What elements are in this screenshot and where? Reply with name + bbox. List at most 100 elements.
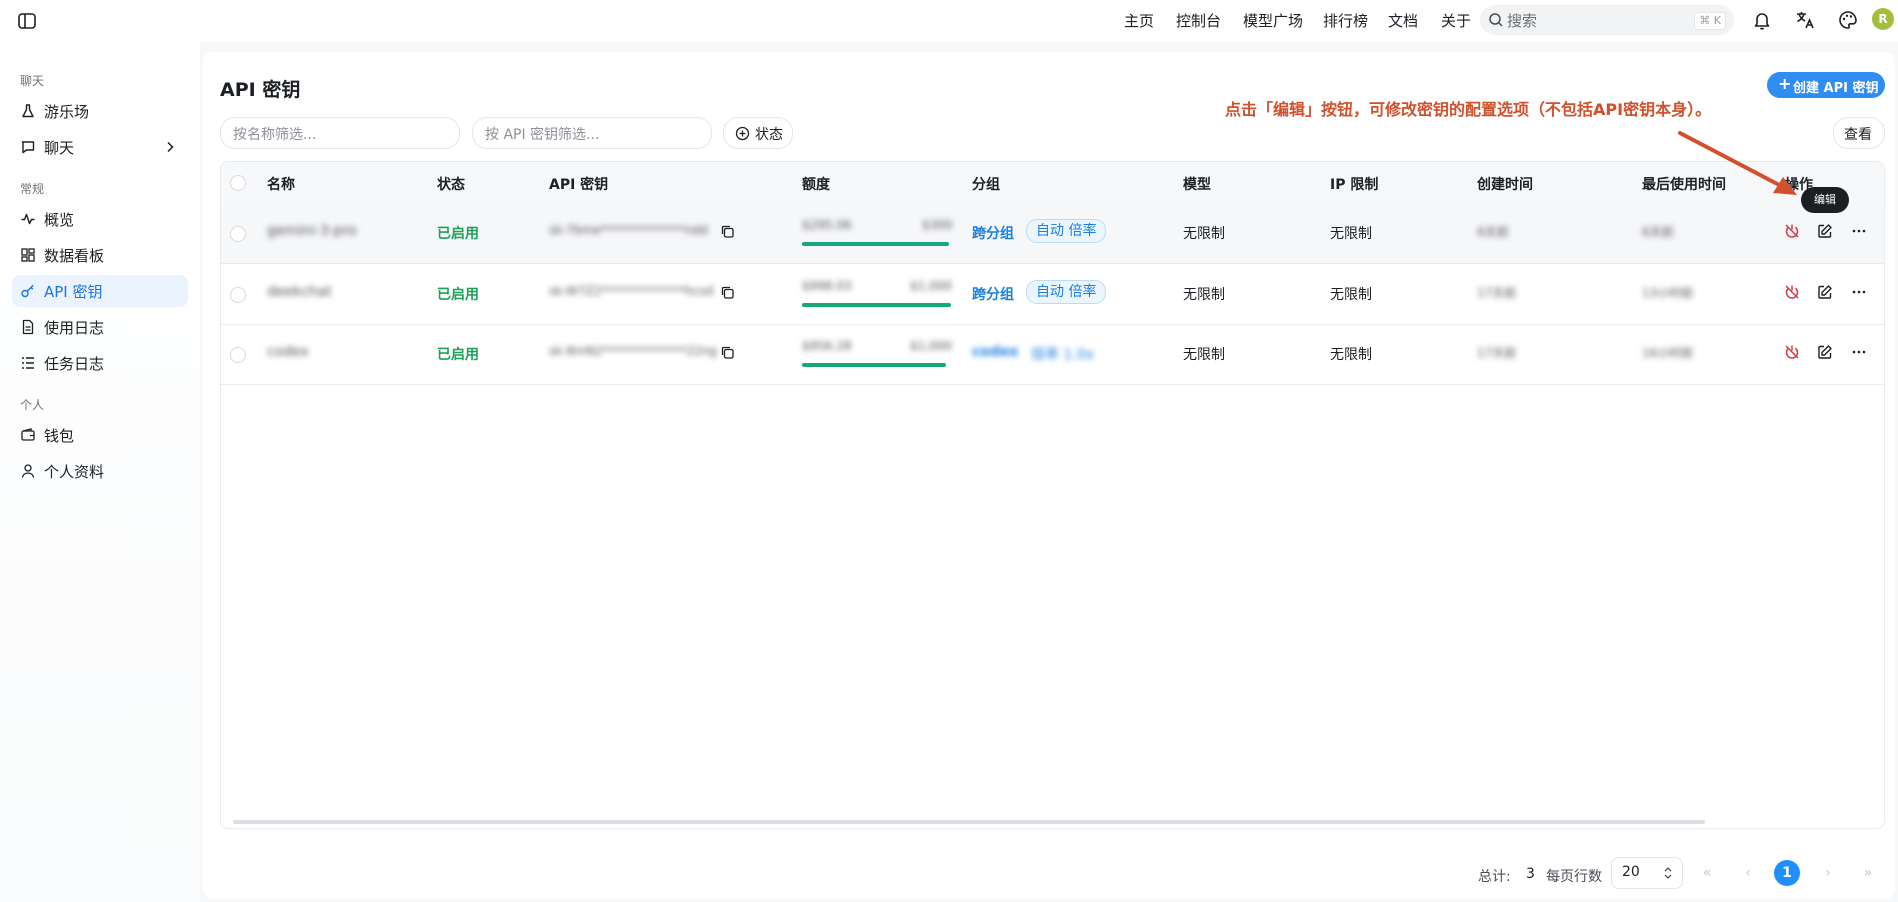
sidebar-item-label: API 密钥 [44,283,103,301]
view-button[interactable]: 查看 [1833,117,1885,149]
table-row[interactable]: gemini-3-pro 已启用 sk-7bme**************nd… [221,203,1884,264]
page-size-value: 20 [1622,864,1640,880]
quota-total: $1,000 [910,279,952,293]
sidebar-item-api-keys[interactable]: API 密钥 [12,275,188,307]
user-icon [21,464,35,478]
plus-icon: + [1778,74,1792,93]
disable-icon[interactable] [1784,223,1800,239]
sidebar-item-task-logs[interactable]: 任务日志 [12,347,188,379]
edit-icon[interactable] [1817,344,1833,360]
disable-icon[interactable] [1784,344,1800,360]
chat-icon [21,141,35,154]
api-key-value: sk-7bme**************ndd [549,223,708,237]
task-list-icon [22,357,34,369]
search-input[interactable]: 搜索 ⌘ K [1480,5,1734,35]
nav-console[interactable]: 控制台 [1176,10,1221,31]
column-header-created-time[interactable]: 创建时间 [1477,174,1533,194]
last-page-icon[interactable]: » [1855,860,1881,886]
sidebar-item-label: 使用日志 [44,319,105,337]
translate-icon[interactable] [1793,8,1817,32]
ip-limit: 无限制 [1330,226,1372,242]
page-size-select[interactable]: 20 [1611,857,1683,889]
table-row[interactable]: deekchat 已启用 sk-W7Z2**************hcsd $… [221,264,1884,325]
group-link[interactable]: codex [972,344,1018,360]
key-name: deekchat [267,284,332,300]
next-page-icon[interactable]: › [1815,860,1841,886]
nav-leaderboard[interactable]: 排行榜 [1323,10,1368,31]
status-badge: 已启用 [437,287,479,303]
sidebar-item-overview[interactable]: 概览 [12,203,188,235]
edit-icon[interactable] [1817,223,1833,239]
quota-total: $300 [922,218,953,232]
group-link[interactable]: 跨分组 [972,223,1014,243]
palette-icon[interactable] [1836,8,1860,32]
prev-page-icon[interactable]: ‹ [1735,860,1761,886]
column-header-quota[interactable]: 额度 [802,174,830,194]
models-limit: 无限制 [1183,347,1225,363]
disable-icon[interactable] [1784,284,1800,300]
sidebar-item-profile[interactable]: 个人资料 [12,455,188,487]
models-limit: 无限制 [1183,226,1225,242]
sidebar-item-label: 聊天 [44,139,75,157]
first-page-icon[interactable]: « [1694,860,1720,886]
group-link[interactable]: 跨分组 [972,284,1014,304]
column-header-ip-limit[interactable]: IP 限制 [1330,174,1378,194]
more-icon[interactable] [1851,223,1867,239]
key-filter-input[interactable]: 按 API 密钥筛选... [472,117,712,149]
copy-icon[interactable] [720,224,735,239]
page-title: API 密钥 [220,79,301,101]
total-count: 3 [1526,866,1535,882]
name-filter-placeholder: 按名称筛选... [233,127,317,143]
name-filter-input[interactable]: 按名称筛选... [220,117,460,149]
nav-home[interactable]: 主页 [1124,10,1154,31]
tutorial-annotation: 点击「编辑」按钮，可修改密钥的配置选项（不包括API密钥本身）。 [1225,100,1712,119]
column-header-group[interactable]: 分组 [972,174,1000,194]
quota-used: $956.28 [802,339,852,353]
view-button-label: 查看 [1844,127,1872,143]
last-used-time: 6天前 [1642,225,1674,239]
activity-icon [21,213,35,225]
nav-model-plaza[interactable]: 模型广场 [1243,10,1303,31]
column-header-models[interactable]: 模型 [1183,174,1211,194]
create-api-key-button[interactable]: + 创建 API 密钥 [1767,72,1885,98]
row-checkbox[interactable] [230,347,246,363]
select-all-checkbox[interactable] [230,175,246,191]
log-icon [22,319,34,335]
avatar[interactable]: R [1872,8,1894,30]
more-icon[interactable] [1851,284,1867,300]
sidebar-item-dashboard[interactable]: 数据看板 [12,239,188,271]
sidebar-item-chat[interactable]: 聊天 [12,131,188,163]
group-tag: 自动 倍率 [1026,280,1107,304]
horizontal-scrollbar[interactable] [233,820,1705,824]
sidebar-item-wallet[interactable]: 钱包 [12,419,188,451]
sidebar-item-label: 概览 [44,211,75,229]
copy-icon[interactable] [720,285,735,300]
nav-docs[interactable]: 文档 [1388,10,1418,31]
status-filter-label: 状态 [755,127,783,143]
column-header-api-key[interactable]: API 密钥 [549,174,608,194]
row-checkbox[interactable] [230,287,246,303]
flask-icon [22,104,34,118]
row-checkbox[interactable] [230,226,246,242]
column-header-name[interactable]: 名称 [267,174,295,194]
sidebar-toggle-icon[interactable] [16,10,38,32]
quota-progress-bar [802,363,946,367]
dashboard-icon [21,248,35,262]
sidebar-item-label: 任务日志 [44,355,105,373]
nav-about[interactable]: 关于 [1441,10,1471,31]
copy-icon[interactable] [720,345,735,360]
per-page-label: 每页行数 [1546,869,1602,885]
column-header-status[interactable]: 状态 [437,174,465,194]
edit-icon[interactable] [1817,284,1833,300]
sidebar-item-playground[interactable]: 游乐场 [12,95,188,127]
sidebar-item-usage-logs[interactable]: 使用日志 [12,311,188,343]
created-time: 17天前 [1477,346,1517,360]
api-key-value: sk-W7Z2**************hcsd [549,284,714,298]
table-row[interactable]: codex 已启用 sk-8mN2**************22ng $956… [221,324,1884,385]
more-icon[interactable] [1851,344,1867,360]
status-badge: 已启用 [437,347,479,363]
status-filter-button[interactable]: 状态 [723,117,793,149]
quota-progress-bar [802,242,949,246]
page-number-current[interactable]: 1 [1774,860,1800,886]
bell-icon[interactable] [1750,8,1774,32]
